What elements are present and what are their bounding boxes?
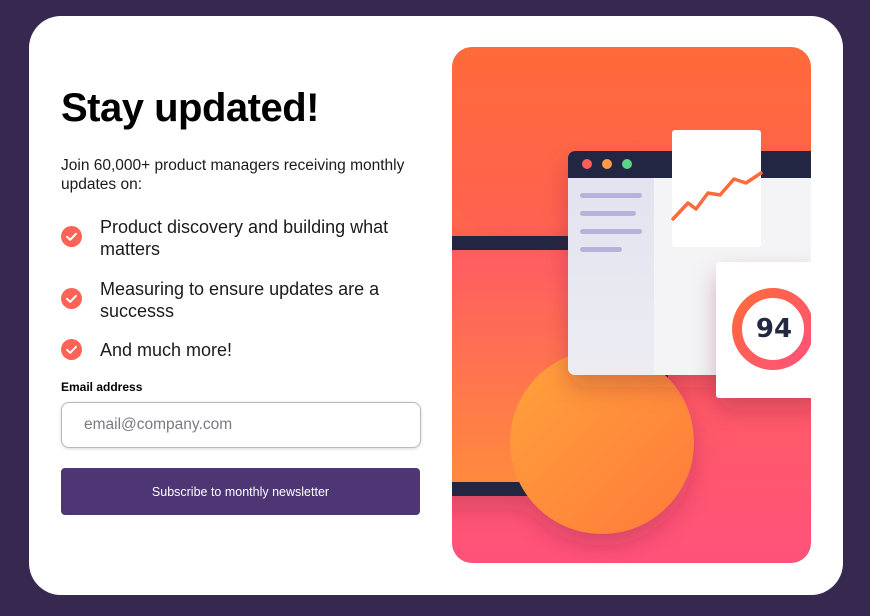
check-circle-icon bbox=[61, 288, 82, 309]
chart-card bbox=[671, 130, 763, 247]
dashboard-illustration bbox=[452, 130, 811, 534]
signup-card: Stay updated! Join 60,000+ product manag… bbox=[29, 16, 843, 595]
check-circle-icon bbox=[61, 226, 82, 247]
intro-text: Join 60,000+ product managers receiving … bbox=[61, 157, 405, 193]
list-item: Measuring to ensure updates are a succes… bbox=[61, 278, 423, 322]
email-label: Email address bbox=[61, 380, 143, 394]
check-circle-icon bbox=[61, 339, 82, 360]
benefit-text: And much more! bbox=[100, 340, 233, 360]
email-field[interactable] bbox=[61, 402, 421, 448]
benefit-text: Product discovery and building what matt… bbox=[100, 217, 389, 259]
page-title: Stay updated! bbox=[61, 86, 319, 130]
hero-illustration: 94 bbox=[452, 47, 811, 563]
benefit-text: Measuring to ensure updates are a succes… bbox=[100, 279, 380, 321]
score-value: 94 bbox=[755, 314, 793, 344]
list-item: And much more! bbox=[61, 339, 423, 361]
list-item: Product discovery and building what matt… bbox=[61, 216, 423, 260]
subscribe-button[interactable]: Subscribe to monthly newsletter bbox=[61, 468, 420, 515]
